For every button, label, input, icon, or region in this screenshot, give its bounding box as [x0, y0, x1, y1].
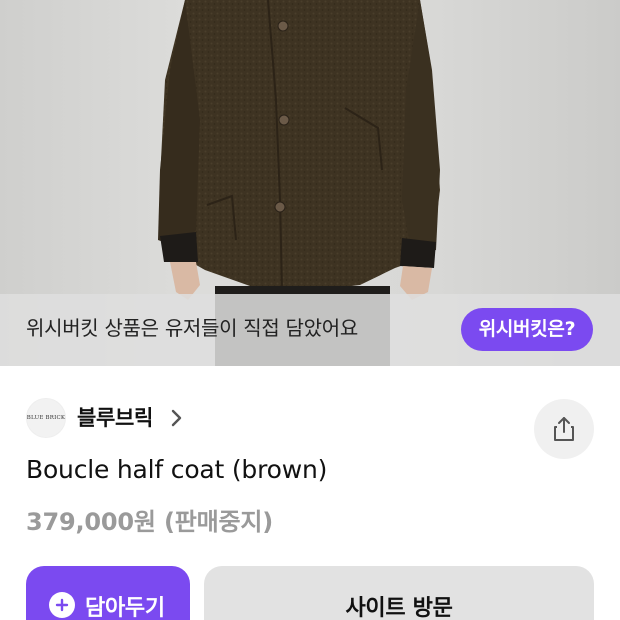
product-price: 379,000원	[26, 508, 156, 536]
plus-circle-icon	[49, 592, 75, 618]
share-icon	[554, 417, 574, 441]
sale-status: (판매중지)	[163, 508, 274, 536]
save-button[interactable]: 담아두기	[26, 566, 190, 620]
wishbucket-banner-text: 위시버킷 상품은 유저들이 직접 담았어요	[26, 316, 358, 340]
brand-logo-text: BLUE BRICK	[26, 415, 66, 421]
wishbucket-banner: 위시버킷 상품은 유저들이 직접 담았어요 위시버킷은?	[0, 294, 620, 366]
product-title: Boucle half coat (brown)	[26, 455, 328, 484]
share-button[interactable]	[534, 399, 594, 459]
brand-logo[interactable]: BLUE BRICK	[26, 398, 66, 438]
wishbucket-info-button[interactable]: 위시버킷은?	[461, 308, 593, 351]
save-button-label: 담아두기	[85, 596, 165, 620]
product-price-line: 379,000원 (판매중지)	[26, 502, 273, 537]
visit-site-button[interactable]: 사이트 방문	[204, 566, 594, 620]
visit-site-button-label: 사이트 방문	[345, 596, 453, 620]
chevron-right-icon[interactable]	[170, 408, 184, 428]
brand-name-link[interactable]: 블루브릭	[77, 402, 153, 432]
